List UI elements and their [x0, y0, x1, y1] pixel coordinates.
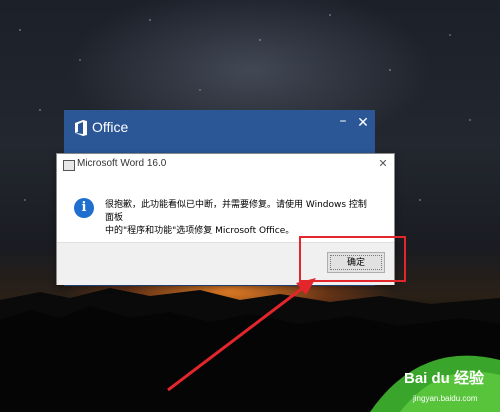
message-line-1: 很抱歉，此功能看似已中断，并需要修复。请使用 Windows 控制面板: [105, 200, 367, 223]
office-titlebar: Office – ✕: [64, 110, 375, 146]
annotation-highlight-box: [299, 236, 406, 282]
dialog-close-icon[interactable]: ✕: [377, 157, 389, 170]
close-icon[interactable]: ✕: [356, 115, 370, 131]
baidu-watermark: Bai du 经验: [404, 370, 485, 387]
info-icon: i: [74, 198, 94, 218]
office-title: Office: [92, 119, 129, 135]
minimize-icon[interactable]: –: [336, 113, 350, 129]
dialog-titlebar: Microsoft Word 16.0 ✕: [57, 154, 394, 176]
dialog-message: 很抱歉，此功能看似已中断，并需要修复。请使用 Windows 控制面板 中的"程…: [105, 199, 375, 238]
window-icon: [63, 160, 75, 171]
watermark-url: jingyan.baidu.com: [413, 394, 478, 403]
dialog-title: Microsoft Word 16.0: [77, 158, 167, 169]
office-logo-icon: [75, 120, 87, 136]
